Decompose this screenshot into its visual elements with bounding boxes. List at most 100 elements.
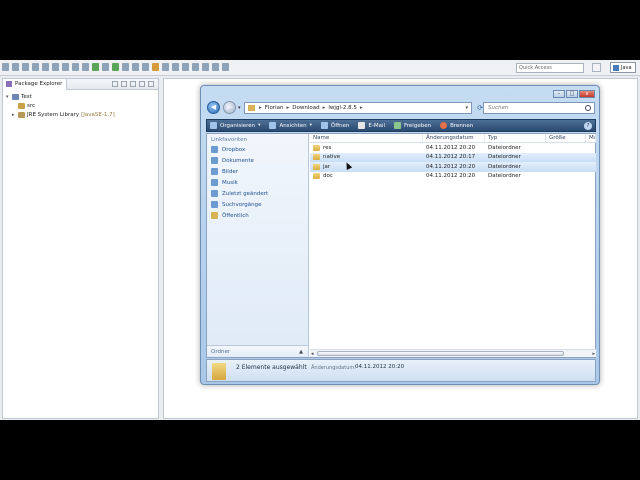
toggle-icon[interactable] — [42, 63, 49, 71]
open-label: Öffnen — [330, 122, 350, 129]
run-icon[interactable] — [92, 63, 99, 71]
annotation-prev-icon[interactable] — [192, 63, 199, 71]
file-rows: res 04.11.2012 20:20 Dateiordner native … — [310, 143, 596, 181]
folders-label: Ordner — [211, 349, 231, 355]
share-button[interactable]: Freigeben — [391, 119, 437, 132]
favorite-label: Bilder — [222, 168, 238, 175]
favorite-documents[interactable]: Dokumente — [207, 155, 308, 166]
email-button[interactable]: E-Mail — [355, 119, 391, 132]
tree-item-test[interactable]: ▾ Test — [6, 92, 155, 101]
column-size[interactable]: Größe — [546, 134, 586, 142]
views-button[interactable]: Ansichten ▾ — [266, 119, 317, 132]
close-button[interactable]: x — [579, 90, 595, 98]
view-menu-icon[interactable] — [130, 81, 136, 87]
folders-toggle[interactable]: Ordner ▲ — [207, 345, 308, 357]
new-java-project-icon[interactable] — [122, 63, 129, 71]
search-icon[interactable] — [162, 63, 169, 71]
favorite-public[interactable]: Öffentlich — [207, 210, 308, 221]
package-tree: ▾ Test src ▸ JRE System Library [JavaSE-… — [3, 90, 158, 121]
coverage-icon[interactable] — [112, 63, 119, 71]
back-button[interactable]: ◀ — [207, 101, 220, 114]
quick-access-input[interactable]: Quick Access — [516, 63, 584, 73]
new-icon[interactable] — [2, 63, 9, 71]
breadcrumb-separator-icon[interactable]: ▸ — [259, 105, 262, 111]
tools-icon[interactable] — [72, 63, 79, 71]
burn-icon — [440, 122, 448, 129]
letterbox-bottom — [0, 420, 640, 480]
breadcrumb-separator-icon[interactable]: ▸ — [286, 105, 289, 111]
column-name[interactable]: Name — [310, 134, 423, 142]
new-package-icon[interactable] — [132, 63, 139, 71]
burn-label: Brennen — [450, 122, 474, 129]
organize-button[interactable]: Organisieren ▾ — [207, 119, 266, 132]
address-bar[interactable]: ▸ Florian ▸ Download ▸ lwjgl-2.8.5 ▸ ▾ — [244, 102, 472, 114]
address-dropdown-icon[interactable]: ▾ — [465, 105, 468, 111]
favorite-label: Suchvorgänge — [222, 201, 262, 208]
breadcrumb-separator-icon[interactable]: ▸ — [360, 105, 363, 111]
debug-icon[interactable] — [82, 63, 89, 71]
horizontal-scrollbar[interactable]: ◂ ▸ — [310, 349, 596, 357]
package-folder-icon — [18, 102, 25, 109]
tree-item-label: JRE System Library — [27, 111, 80, 118]
back-icon[interactable] — [212, 63, 219, 71]
column-date[interactable]: Änderungsdatum — [423, 134, 485, 142]
column-type[interactable]: Typ — [485, 134, 546, 142]
help-icon[interactable]: ? — [584, 122, 592, 130]
settings-icon[interactable] — [52, 63, 59, 71]
favorite-dropbox[interactable]: Dropbox — [207, 144, 308, 155]
save-icon[interactable] — [12, 63, 19, 71]
forward-icon[interactable] — [222, 63, 229, 71]
open-button[interactable]: Öffnen — [318, 119, 355, 132]
open-task-icon[interactable] — [172, 63, 179, 71]
breadcrumb-lwjgl[interactable]: lwjgl-2.8.5 — [328, 105, 357, 111]
table-row[interactable]: native 04.11.2012 20:17 Dateiordner — [310, 152, 596, 162]
breadcrumb-separator-icon[interactable]: ▸ — [323, 105, 326, 111]
open-perspective-button[interactable] — [592, 63, 601, 72]
print-icon[interactable] — [32, 63, 39, 71]
last-edit-icon[interactable] — [202, 63, 209, 71]
search-icon[interactable] — [585, 105, 591, 111]
scroll-right-icon[interactable]: ▸ — [592, 351, 595, 357]
task-icon[interactable] — [62, 63, 69, 71]
file-type: Dateiordner — [488, 173, 521, 180]
column-headers: Name Änderungsdatum Typ Größe Ma — [310, 134, 596, 143]
folder-icon — [313, 154, 320, 161]
favorite-recent[interactable]: Zuletzt geändert — [207, 188, 308, 199]
maximize-view-icon[interactable] — [148, 81, 154, 87]
minimize-view-icon[interactable] — [139, 81, 145, 87]
link-editor-icon[interactable] — [121, 81, 127, 87]
scrollbar-thumb[interactable] — [317, 351, 564, 356]
table-row[interactable]: jar 04.11.2012 20:20 Dateiordner — [310, 162, 596, 172]
tree-item-jre-library[interactable]: ▸ JRE System Library [JavaSE-1.7] — [6, 110, 155, 119]
favorite-music[interactable]: Musik — [207, 177, 308, 188]
package-explorer-tab[interactable]: Package Explorer — [3, 79, 68, 90]
breadcrumb-download[interactable]: Download — [292, 105, 319, 111]
annotation-next-icon[interactable] — [182, 63, 189, 71]
burn-button[interactable]: Brennen — [437, 119, 479, 132]
maximize-button[interactable]: □ — [566, 90, 578, 98]
favorite-searches[interactable]: Suchvorgänge — [207, 199, 308, 210]
new-class-icon[interactable] — [142, 63, 149, 71]
toolbar-icons — [2, 63, 229, 71]
scroll-left-icon[interactable]: ◂ — [311, 351, 314, 357]
table-row[interactable]: doc 04.11.2012 20:20 Dateiordner — [310, 172, 596, 182]
open-icon — [320, 122, 328, 129]
favorite-pictures[interactable]: Bilder — [207, 166, 308, 177]
open-type-icon[interactable] — [152, 63, 159, 71]
search-input[interactable]: Suchen — [483, 102, 595, 114]
external-tools-icon[interactable] — [102, 63, 109, 71]
organize-icon — [210, 122, 217, 129]
minimize-button[interactable]: – — [553, 90, 565, 98]
tree-item-src[interactable]: src — [6, 101, 155, 110]
views-label: Ansichten — [279, 122, 307, 129]
table-row[interactable]: res 04.11.2012 20:20 Dateiordner — [310, 143, 596, 153]
chevron-up-icon: ▲ — [299, 349, 303, 355]
save-all-icon[interactable] — [22, 63, 29, 71]
breadcrumb-florian[interactable]: Florian — [265, 105, 284, 111]
java-perspective-button[interactable]: Java — [610, 62, 636, 73]
forward-button[interactable]: ▶ — [223, 101, 236, 114]
history-dropdown-icon[interactable]: ▾ — [238, 105, 241, 111]
collapse-all-icon[interactable] — [112, 81, 118, 87]
favorites-header: Linkfavoriten — [211, 137, 248, 143]
column-more[interactable]: Ma — [586, 134, 596, 142]
